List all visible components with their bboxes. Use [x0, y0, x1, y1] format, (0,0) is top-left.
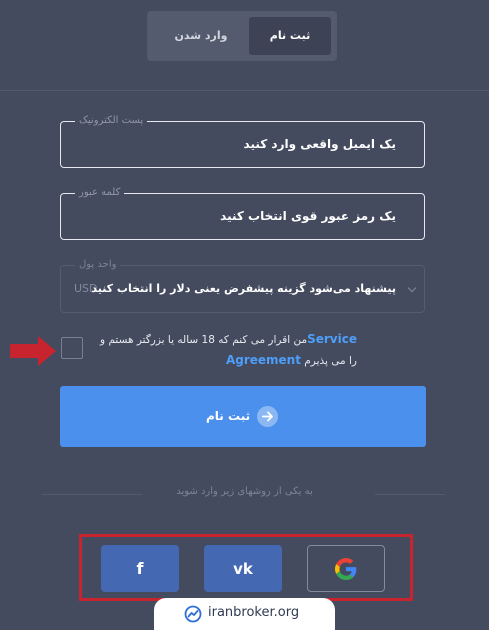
service-link[interactable]: Service — [307, 332, 357, 346]
email-input[interactable]: یک ایمیل واقعی وارد کنید — [244, 122, 396, 167]
watermark-badge: iranbroker.org — [154, 598, 335, 630]
register-button[interactable]: ثبت نام — [60, 386, 426, 447]
google-icon — [308, 546, 384, 591]
currency-select[interactable]: واحد پول USD پیشنهاد می‌شود گزینه پیشفرض… — [60, 258, 425, 313]
terms-line1: من اقرار می کنم که 18 ساله یا بزرگتر هست… — [100, 334, 308, 346]
register-button-label: ثبت نام — [206, 409, 251, 423]
password-field[interactable]: کلمه عبور یک رمز عبور قوی انتخاب کنید — [60, 186, 425, 240]
top-divider — [0, 90, 489, 91]
agreement-link[interactable]: Agreement — [226, 353, 301, 367]
password-label: کلمه عبور — [75, 186, 125, 200]
auth-tabs: وارد شدن ثبت نام — [147, 11, 337, 61]
facebook-button[interactable]: f — [101, 545, 179, 592]
terms-checkbox[interactable] — [61, 337, 83, 359]
watermark-text: iranbroker.org — [208, 605, 300, 620]
red-arrow-icon — [10, 336, 56, 366]
currency-hint: پیشنهاد می‌شود گزینه پیشفرض یعنی دلار را… — [91, 282, 396, 295]
terms-line2: را می پذیرم — [304, 355, 357, 367]
password-input[interactable]: یک رمز عبور قوی انتخاب کنید — [220, 194, 396, 239]
tab-register[interactable]: ثبت نام — [249, 17, 331, 55]
facebook-icon: f — [136, 559, 144, 578]
email-field[interactable]: پست الکترونیک یک ایمیل واقعی وارد کنید — [60, 114, 425, 168]
divider-line-right — [375, 494, 445, 495]
vk-icon: vk — [233, 559, 253, 578]
chevron-down-icon[interactable] — [407, 283, 417, 293]
email-label: پست الکترونیک — [75, 114, 148, 128]
tab-login[interactable]: وارد شدن — [155, 17, 247, 55]
arrow-right-icon — [257, 406, 278, 427]
google-button[interactable] — [307, 545, 385, 592]
vk-button[interactable]: vk — [204, 545, 282, 592]
chart-logo-icon — [184, 605, 202, 623]
social-divider-text: به یکی از روشهای زیر وارد شوید — [176, 486, 313, 497]
terms-text: Serviceمن اقرار می کنم که 18 ساله یا بزر… — [97, 329, 357, 371]
